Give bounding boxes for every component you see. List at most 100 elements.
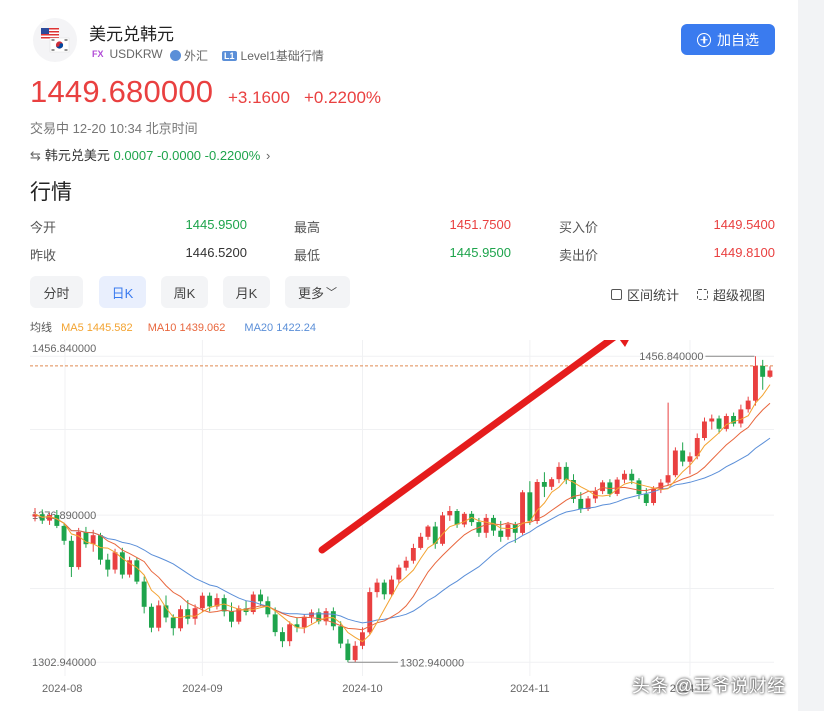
candle-body bbox=[760, 365, 766, 377]
symbol-code: USDKRW bbox=[109, 47, 163, 61]
candle-body bbox=[287, 624, 293, 642]
ma5-legend: MA5 1445.582 bbox=[61, 322, 133, 334]
candle-body bbox=[629, 473, 635, 481]
candle-body bbox=[709, 418, 715, 422]
ma-label: 均线 bbox=[30, 322, 52, 334]
section-title: 行情 bbox=[30, 181, 72, 204]
candle-body bbox=[61, 525, 67, 541]
chart-grid: 2024-08 2024-09 2024-10 2024-11 2024-121456.… bbox=[30, 340, 774, 695]
ma20-legend: MA20 1422.24 bbox=[244, 322, 316, 334]
candle-body bbox=[105, 559, 111, 570]
inverse-pair-link[interactable]: ⇆ 韩元兑美元 0.0007 -0.0000 -0.2200% › bbox=[30, 145, 270, 164]
pair-title: 美元兑韩元 bbox=[89, 25, 174, 44]
candle-body bbox=[505, 524, 511, 537]
candle-body bbox=[418, 536, 424, 548]
candle-body bbox=[272, 614, 278, 633]
fullscreen-icon bbox=[697, 289, 708, 300]
kline-chart[interactable]: 2024-08 2024-09 2024-10 2024-11 2024-121456.… bbox=[30, 340, 778, 700]
candle-body bbox=[461, 513, 467, 525]
tab-day[interactable]: 日K bbox=[99, 276, 146, 308]
us-kr-flag-icon bbox=[33, 18, 77, 62]
candle-body bbox=[403, 560, 409, 568]
candle-body bbox=[556, 466, 562, 480]
candle-body bbox=[360, 632, 365, 646]
candle-body bbox=[665, 475, 671, 483]
candle-body bbox=[389, 579, 394, 595]
ma10-legend: MA10 1439.062 bbox=[147, 322, 226, 334]
candle-body bbox=[396, 567, 402, 580]
candle-body bbox=[541, 482, 547, 487]
candle-body bbox=[425, 526, 431, 537]
candle-body bbox=[680, 450, 686, 462]
tab-week-label: 周K bbox=[173, 285, 196, 301]
bid-value: 1449.5400 bbox=[713, 217, 775, 232]
prev-close-value: 1446.5200 bbox=[185, 245, 247, 260]
candle-body bbox=[600, 482, 605, 492]
tab-week[interactable]: 周K bbox=[161, 276, 208, 308]
inverse-last: 0.0007 bbox=[113, 148, 154, 163]
candle-body bbox=[578, 498, 584, 509]
candle-body bbox=[178, 609, 183, 629]
super-view-label: 超级视图 bbox=[713, 288, 766, 303]
candle-body bbox=[454, 511, 460, 525]
globe-icon bbox=[170, 50, 181, 61]
tab-more[interactable]: 更多 ﹀ bbox=[285, 276, 350, 308]
quote-card: 美元兑韩元 FX USDKRW 外汇 L1 Level1基础行情 加自选 1449.… bbox=[0, 0, 798, 711]
candle-body bbox=[447, 511, 453, 516]
candle-body bbox=[622, 473, 627, 480]
plus-circle-icon bbox=[697, 32, 711, 47]
candle-body bbox=[229, 611, 234, 622]
tab-minute[interactable]: 分时 bbox=[30, 276, 83, 308]
candle-body bbox=[527, 492, 533, 521]
tab-minute-label: 分时 bbox=[43, 285, 70, 301]
candle-body bbox=[156, 605, 162, 628]
x-tick-label: 2024-08 bbox=[42, 683, 82, 695]
swap-icon: ⇆ bbox=[30, 148, 41, 163]
tab-month[interactable]: 月K bbox=[223, 276, 270, 308]
candle-body bbox=[672, 450, 678, 476]
add-watchlist-button[interactable]: 加自选 bbox=[681, 24, 775, 55]
x-tick-label: 2024-10 bbox=[342, 683, 382, 695]
candle-body bbox=[68, 540, 74, 567]
candle-body bbox=[112, 552, 118, 570]
candle-body bbox=[149, 606, 154, 628]
level-icon: L1 bbox=[222, 51, 237, 61]
candle-body bbox=[119, 552, 125, 575]
ask-label: 卖出价 bbox=[559, 248, 599, 263]
low-label: 最低 bbox=[294, 248, 321, 263]
candle-body bbox=[410, 548, 416, 561]
min-price-label: 1302.940000 bbox=[400, 657, 464, 669]
candle-body bbox=[767, 370, 773, 377]
tab-more-label: 更多 bbox=[297, 285, 324, 301]
price-change: +3.1600 bbox=[228, 88, 290, 107]
ma-legend: 均线 MA5 1445.582 MA10 1439.062 MA20 1422.… bbox=[30, 319, 316, 335]
candle-body bbox=[345, 643, 351, 661]
watermark: 头条 @王爷说财经 bbox=[632, 676, 786, 696]
bid-label: 买入价 bbox=[559, 220, 599, 235]
price-change-percent: +0.2200% bbox=[304, 88, 382, 107]
candle-body bbox=[381, 582, 387, 595]
candle-body bbox=[185, 609, 191, 619]
high-label: 最高 bbox=[294, 220, 321, 235]
range-stats-button[interactable]: 区间统计 bbox=[611, 285, 679, 304]
super-view-button[interactable]: 超级视图 bbox=[697, 285, 765, 304]
open-value: 1445.9500 bbox=[185, 217, 247, 232]
max-price-label: 1456.840000 bbox=[639, 351, 703, 363]
fx-tag: FX bbox=[92, 49, 104, 59]
tab-day-label: 日K bbox=[111, 285, 134, 301]
candle-body bbox=[199, 595, 205, 609]
candle-body bbox=[498, 530, 504, 537]
candle-body bbox=[658, 482, 664, 489]
low-value: 1445.9500 bbox=[449, 245, 511, 260]
candle-body bbox=[738, 409, 744, 424]
candle-body bbox=[207, 595, 213, 607]
candle-body bbox=[520, 492, 525, 533]
candle-body bbox=[374, 582, 380, 593]
candle-body bbox=[90, 535, 96, 545]
range-stats-label: 区间统计 bbox=[627, 288, 680, 303]
inverse-change-percent: -0.2200% bbox=[204, 148, 261, 163]
candle-body bbox=[338, 626, 344, 644]
chevron-right-icon: › bbox=[265, 148, 271, 163]
candle-body bbox=[192, 608, 198, 619]
prev-close-label: 昨收 bbox=[30, 248, 57, 263]
